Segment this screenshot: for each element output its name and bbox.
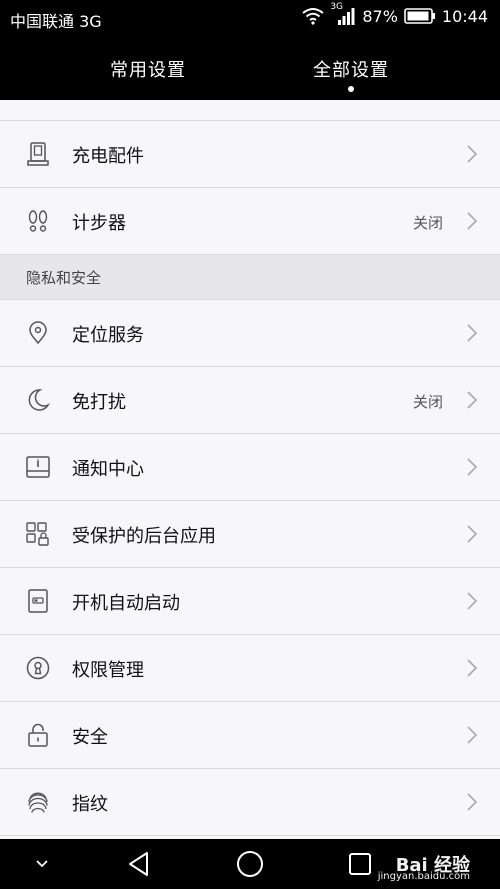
row-label: 受保护的后台应用 — [72, 526, 216, 547]
row-notification-center[interactable]: 通知中心 — [0, 434, 500, 501]
hide-navbar-button[interactable] — [28, 839, 56, 889]
chevron-right-icon — [467, 391, 478, 409]
section-title: 隐私和安全 — [26, 269, 102, 287]
recent-apps-button[interactable] — [345, 839, 375, 889]
row-protected-apps[interactable]: 受保护的后台应用 — [0, 501, 500, 568]
home-circle-icon — [237, 851, 263, 877]
battery-percent: 87% — [362, 6, 398, 26]
active-tab-indicator — [348, 86, 354, 92]
chevron-right-icon — [467, 592, 478, 610]
chevron-right-icon — [467, 458, 478, 476]
settings-tabs: 常用设置 全部设置 — [0, 36, 500, 100]
section-header-privacy: 隐私和安全 — [0, 255, 500, 300]
list-top-spacer — [0, 100, 500, 121]
navigation-bar: Bai 经验 jingyan.baidu.com — [0, 839, 500, 889]
recent-square-icon — [349, 853, 371, 875]
fingerprint-icon — [26, 790, 50, 814]
settings-list: 充电配件 计步器 关闭 隐私和安全 定位服务 免打扰 关闭 通知中心 受保护的后… — [0, 100, 500, 836]
row-fingerprint[interactable]: 指纹 — [0, 769, 500, 836]
signal-icon: 3G — [330, 2, 356, 26]
row-label: 权限管理 — [72, 660, 144, 681]
row-label: 指纹 — [72, 794, 108, 815]
tab-all-settings[interactable]: 全部设置 — [313, 56, 389, 82]
row-label: 开机自动启动 — [72, 593, 180, 614]
row-label: 安全 — [72, 727, 108, 748]
battery-icon — [404, 8, 435, 24]
row-do-not-disturb[interactable]: 免打扰 关闭 — [0, 367, 500, 434]
row-label: 充电配件 — [72, 146, 144, 167]
chevron-right-icon — [467, 659, 478, 677]
protected-apps-icon — [26, 522, 50, 546]
row-security[interactable]: 安全 — [0, 702, 500, 769]
row-label: 计步器 — [72, 213, 126, 234]
status-bar: 中国联通 3G 3G 87% 10:44 — [0, 0, 500, 36]
row-auto-start[interactable]: 开机自动启动 — [0, 568, 500, 635]
tab-common-settings[interactable]: 常用设置 — [110, 56, 186, 82]
row-permission-management[interactable]: 权限管理 — [0, 635, 500, 702]
baidu-watermark: Bai 经验 jingyan.baidu.com — [378, 851, 470, 882]
permission-keyhole-icon — [26, 656, 50, 680]
row-value: 关闭 — [412, 214, 443, 232]
chevron-right-icon — [467, 212, 478, 230]
chevron-right-icon — [467, 324, 478, 342]
row-label: 通知中心 — [72, 459, 144, 480]
back-button[interactable] — [122, 839, 156, 889]
lock-icon — [26, 723, 50, 747]
moon-icon — [26, 388, 50, 412]
row-charging-accessory[interactable]: 充电配件 — [0, 121, 500, 188]
chevron-down-icon — [36, 860, 48, 868]
carrier-name: 中国联通 3G — [10, 12, 102, 31]
status-icons: 3G 87% 10:44 — [302, 2, 488, 26]
back-triangle-icon — [129, 852, 148, 876]
row-label: 免打扰 — [72, 392, 126, 413]
location-pin-icon — [26, 321, 50, 345]
charging-accessory-icon — [26, 142, 50, 166]
row-location-service[interactable]: 定位服务 — [0, 300, 500, 367]
auto-start-icon — [26, 589, 50, 613]
chevron-right-icon — [467, 145, 478, 163]
row-pedometer[interactable]: 计步器 关闭 — [0, 188, 500, 255]
chevron-right-icon — [467, 726, 478, 744]
row-value: 关闭 — [412, 393, 443, 411]
chevron-right-icon — [467, 793, 478, 811]
home-button[interactable] — [233, 839, 267, 889]
wifi-icon — [302, 8, 324, 25]
clock: 10:44 — [441, 6, 488, 26]
watermark-site: jingyan.baidu.com — [377, 871, 470, 882]
chevron-right-icon — [467, 525, 478, 543]
row-label: 定位服务 — [72, 325, 144, 346]
footprints-icon — [26, 209, 50, 233]
notification-center-icon — [26, 455, 50, 479]
